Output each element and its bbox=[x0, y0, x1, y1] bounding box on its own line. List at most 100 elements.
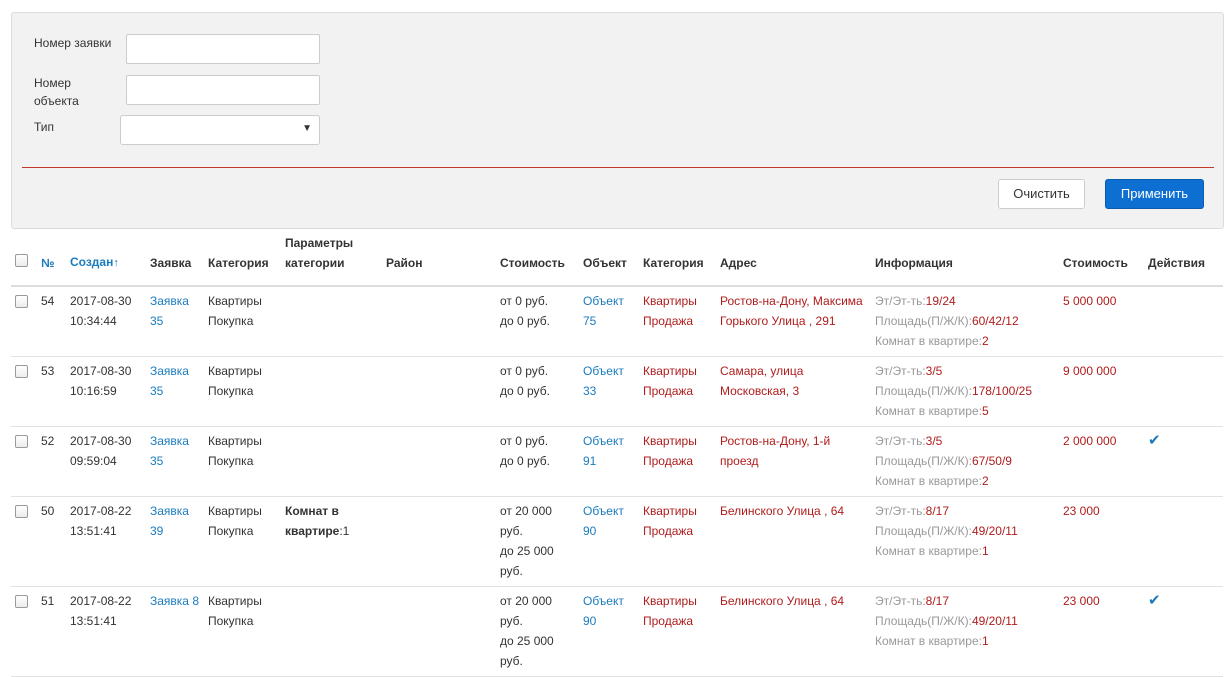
row-cost: 9 000 000 bbox=[1060, 356, 1145, 427]
row-select-cell bbox=[11, 496, 38, 587]
row-request-link[interactable]: Заявка 35 bbox=[150, 434, 189, 468]
row-date: 2017-08-30 bbox=[70, 434, 132, 448]
row-object-cell: Объект 90 bbox=[580, 496, 640, 587]
row-address: Белинского Улица , 64 bbox=[717, 496, 872, 587]
row-price-line: до 25 000 bbox=[500, 634, 554, 648]
checkmark-icon[interactable]: ✔ bbox=[1148, 592, 1161, 609]
row-object-cell: Объект 75 bbox=[580, 286, 640, 357]
row-checkbox[interactable] bbox=[15, 595, 28, 608]
row-address: Ростов-на-Дону, Максима Горького Улица , … bbox=[717, 286, 872, 357]
row-area-value: 60/42/12 bbox=[971, 314, 1019, 328]
row-price: от 20 000 руб. до 25 000 руб. bbox=[497, 496, 580, 587]
row-object-link[interactable]: Объект 90 bbox=[583, 591, 637, 631]
results-table: № Создан↑ Заявка Категория Параметры кат… bbox=[11, 233, 1223, 677]
row-object-link[interactable]: Объект 33 bbox=[583, 361, 637, 401]
header-district: Район bbox=[383, 233, 497, 287]
row-category-line1: Квартиры bbox=[208, 294, 262, 308]
row-category-line2: Покупка bbox=[208, 314, 254, 328]
row-created: 2017-08-30 10:16:59 bbox=[67, 356, 147, 427]
row-params: Комнат в квартире:1 bbox=[282, 496, 383, 587]
table-row: 50 2017-08-22 13:51:41 Заявка 39 Квартиры Пок… bbox=[11, 496, 1223, 587]
row-category-line1: Квартиры bbox=[208, 594, 262, 608]
header-created[interactable]: Создан↑ bbox=[67, 233, 147, 287]
row-info: Эт/Эт-ть:3/5 Площадь(П/Ж/К):178/100/25 Ком… bbox=[872, 356, 1060, 427]
row-floor: Эт/Эт-ть:3/5 bbox=[875, 431, 1057, 451]
row-ocat-line1: Квартиры bbox=[643, 504, 697, 518]
filter-divider bbox=[22, 167, 1214, 168]
row-object-line2: 90 bbox=[583, 614, 597, 628]
row-floor: Эт/Эт-ть:19/24 bbox=[875, 291, 1057, 311]
row-request-cell: Заявка 35 bbox=[147, 426, 205, 497]
object-number-input[interactable] bbox=[126, 75, 320, 105]
row-object-line2: 91 bbox=[583, 454, 597, 468]
row-address-line: Ростов-на-Дону, 1-й bbox=[720, 434, 831, 448]
request-number-input[interactable] bbox=[126, 34, 320, 64]
row-object-link[interactable]: Объект 91 bbox=[583, 431, 637, 471]
checkmark-icon[interactable]: ✔ bbox=[1148, 432, 1161, 449]
row-ocat-line2: Продажа bbox=[643, 614, 694, 628]
row-object-category: Квартиры Продажа bbox=[640, 426, 717, 497]
row-category-line2: Покупка bbox=[208, 454, 254, 468]
row-object-link[interactable]: Объект 75 bbox=[583, 291, 637, 331]
row-param-label: Комнат в квартире bbox=[285, 504, 340, 538]
row-category-line2: Покупка bbox=[208, 384, 254, 398]
header-params-line1: Параметры bbox=[285, 236, 354, 250]
row-request-link[interactable]: Заявка 39 bbox=[150, 504, 189, 538]
row-rooms-value: 1 bbox=[981, 544, 989, 558]
clear-button[interactable]: Очистить bbox=[998, 179, 1085, 209]
row-checkbox[interactable] bbox=[15, 505, 28, 518]
row-price-line: от 20 000 bbox=[500, 594, 552, 608]
row-cost: 23 000 bbox=[1060, 496, 1145, 587]
row-params bbox=[282, 426, 383, 497]
row-request-link[interactable]: Заявка 35 bbox=[150, 364, 189, 398]
object-number-label: Номер объекта bbox=[34, 74, 79, 110]
row-area-label: Площадь(П/Ж/К): bbox=[875, 384, 972, 398]
row-rooms: Комнат в квартире:1 bbox=[875, 631, 1057, 651]
row-ocat-line2: Продажа bbox=[643, 314, 694, 328]
row-price: от 0 руб. до 0 руб. bbox=[497, 286, 580, 357]
header-request: Заявка bbox=[147, 233, 205, 287]
row-checkbox[interactable] bbox=[15, 435, 28, 448]
row-area-value: 49/20/11 bbox=[971, 614, 1018, 628]
header-params-line2: категории bbox=[285, 256, 345, 270]
row-created: 2017-08-30 10:34:44 bbox=[67, 286, 147, 357]
row-checkbox[interactable] bbox=[15, 295, 28, 308]
row-request-link[interactable]: Заявка 8 bbox=[150, 594, 199, 608]
row-actions: ✔ bbox=[1145, 586, 1223, 677]
row-info: Эт/Эт-ть:19/24 Площадь(П/Ж/К):60/42/12 Ком… bbox=[872, 286, 1060, 357]
row-address-line: Ростов-на-Дону, Максима bbox=[720, 294, 863, 308]
row-date: 2017-08-30 bbox=[70, 294, 132, 308]
row-object-link[interactable]: Объект 90 bbox=[583, 501, 637, 541]
row-request-cell: Заявка 8 bbox=[147, 586, 205, 677]
row-price-line: руб. bbox=[500, 614, 523, 628]
select-all-checkbox[interactable] bbox=[15, 254, 28, 267]
header-created-label: Создан bbox=[70, 255, 114, 269]
row-request-link[interactable]: Заявка 35 bbox=[150, 294, 189, 328]
row-area-value: 67/50/9 bbox=[971, 454, 1012, 468]
type-select[interactable]: ▼ bbox=[120, 115, 320, 145]
row-created: 2017-08-22 13:51:41 bbox=[67, 496, 147, 587]
header-params: Параметры категории bbox=[282, 233, 383, 287]
header-object: Объект bbox=[580, 233, 640, 287]
row-time: 13:51:41 bbox=[70, 614, 117, 628]
header-number[interactable]: № bbox=[38, 233, 67, 287]
row-price-line: до 0 руб. bbox=[500, 314, 550, 328]
row-area-label: Площадь(П/Ж/К): bbox=[875, 314, 972, 328]
row-area-value: 178/100/25 bbox=[971, 384, 1032, 398]
header-category2: Категория bbox=[640, 233, 717, 287]
row-area-label: Площадь(П/Ж/К): bbox=[875, 524, 972, 538]
header-actions: Действия bbox=[1145, 233, 1223, 287]
row-district bbox=[383, 356, 497, 427]
row-object-category: Квартиры Продажа bbox=[640, 496, 717, 587]
row-floor-label: Эт/Эт-ть: bbox=[875, 294, 926, 308]
apply-button[interactable]: Применить bbox=[1105, 179, 1204, 209]
header-info: Информация bbox=[872, 233, 1060, 287]
table-row: 53 2017-08-30 10:16:59 Заявка 35 Квартиры Пок… bbox=[11, 356, 1223, 427]
row-object-line1: Объект bbox=[583, 434, 624, 448]
table-row: 51 2017-08-22 13:51:41 Заявка 8 Квартиры Поку… bbox=[11, 586, 1223, 677]
row-object-cell: Объект 33 bbox=[580, 356, 640, 427]
row-rooms-label: Комнат в квартире: bbox=[875, 544, 982, 558]
row-floor: Эт/Эт-ть:8/17 bbox=[875, 501, 1057, 521]
row-floor-value: 3/5 bbox=[925, 364, 943, 378]
row-checkbox[interactable] bbox=[15, 365, 28, 378]
